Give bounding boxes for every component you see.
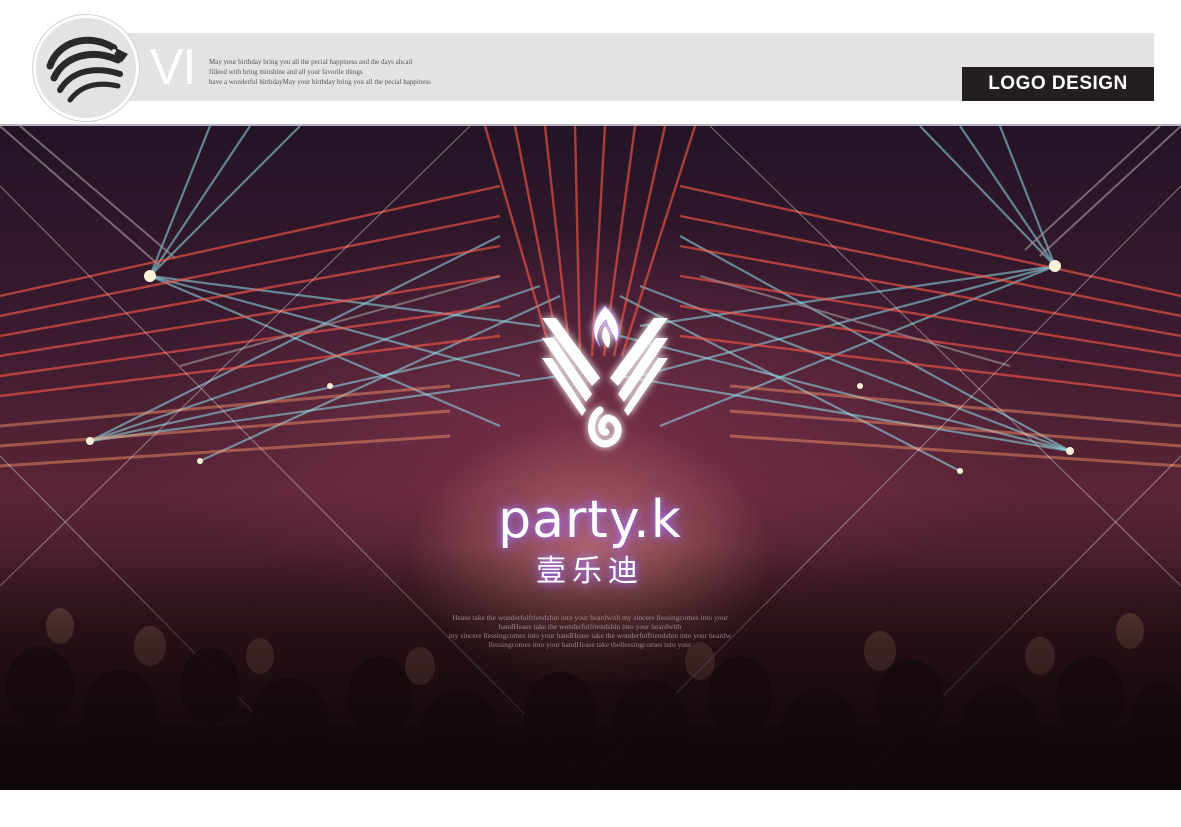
blessing-text: Hease take the wonderfulfriendshin into …	[360, 613, 820, 649]
blessing-line: my sincere llessingcomes into your handH…	[448, 631, 732, 640]
header-text-line: have a wonderful birthdayMay your birthd…	[209, 78, 431, 86]
blessing-line: Hease take the wonderfulfriendshin into …	[452, 613, 728, 622]
blessing-line: handHease take the wonderfulfriendshin i…	[498, 622, 682, 631]
logo-design-tag: LOGO DESIGN	[962, 67, 1154, 101]
brand-chinese-name: 壹乐迪	[536, 554, 644, 589]
eagle-head-icon	[33, 15, 139, 121]
vi-mark: VI	[150, 39, 196, 95]
hero-nightclub-scene: party.k 壹乐迪 Hease take the wonderfulfrie…	[0, 126, 1181, 790]
blessing-line: llessingcomes into your handHease take t…	[488, 640, 692, 649]
brand-name: party.k	[498, 490, 682, 550]
header-text: May your birthday bring you all the peci…	[209, 57, 519, 87]
header-text-line: May your birthday bring you all the peci…	[209, 58, 413, 66]
header-text-line: filleed with bring minshine and all your…	[209, 68, 363, 76]
flame-wings-emblem-icon	[530, 302, 680, 477]
